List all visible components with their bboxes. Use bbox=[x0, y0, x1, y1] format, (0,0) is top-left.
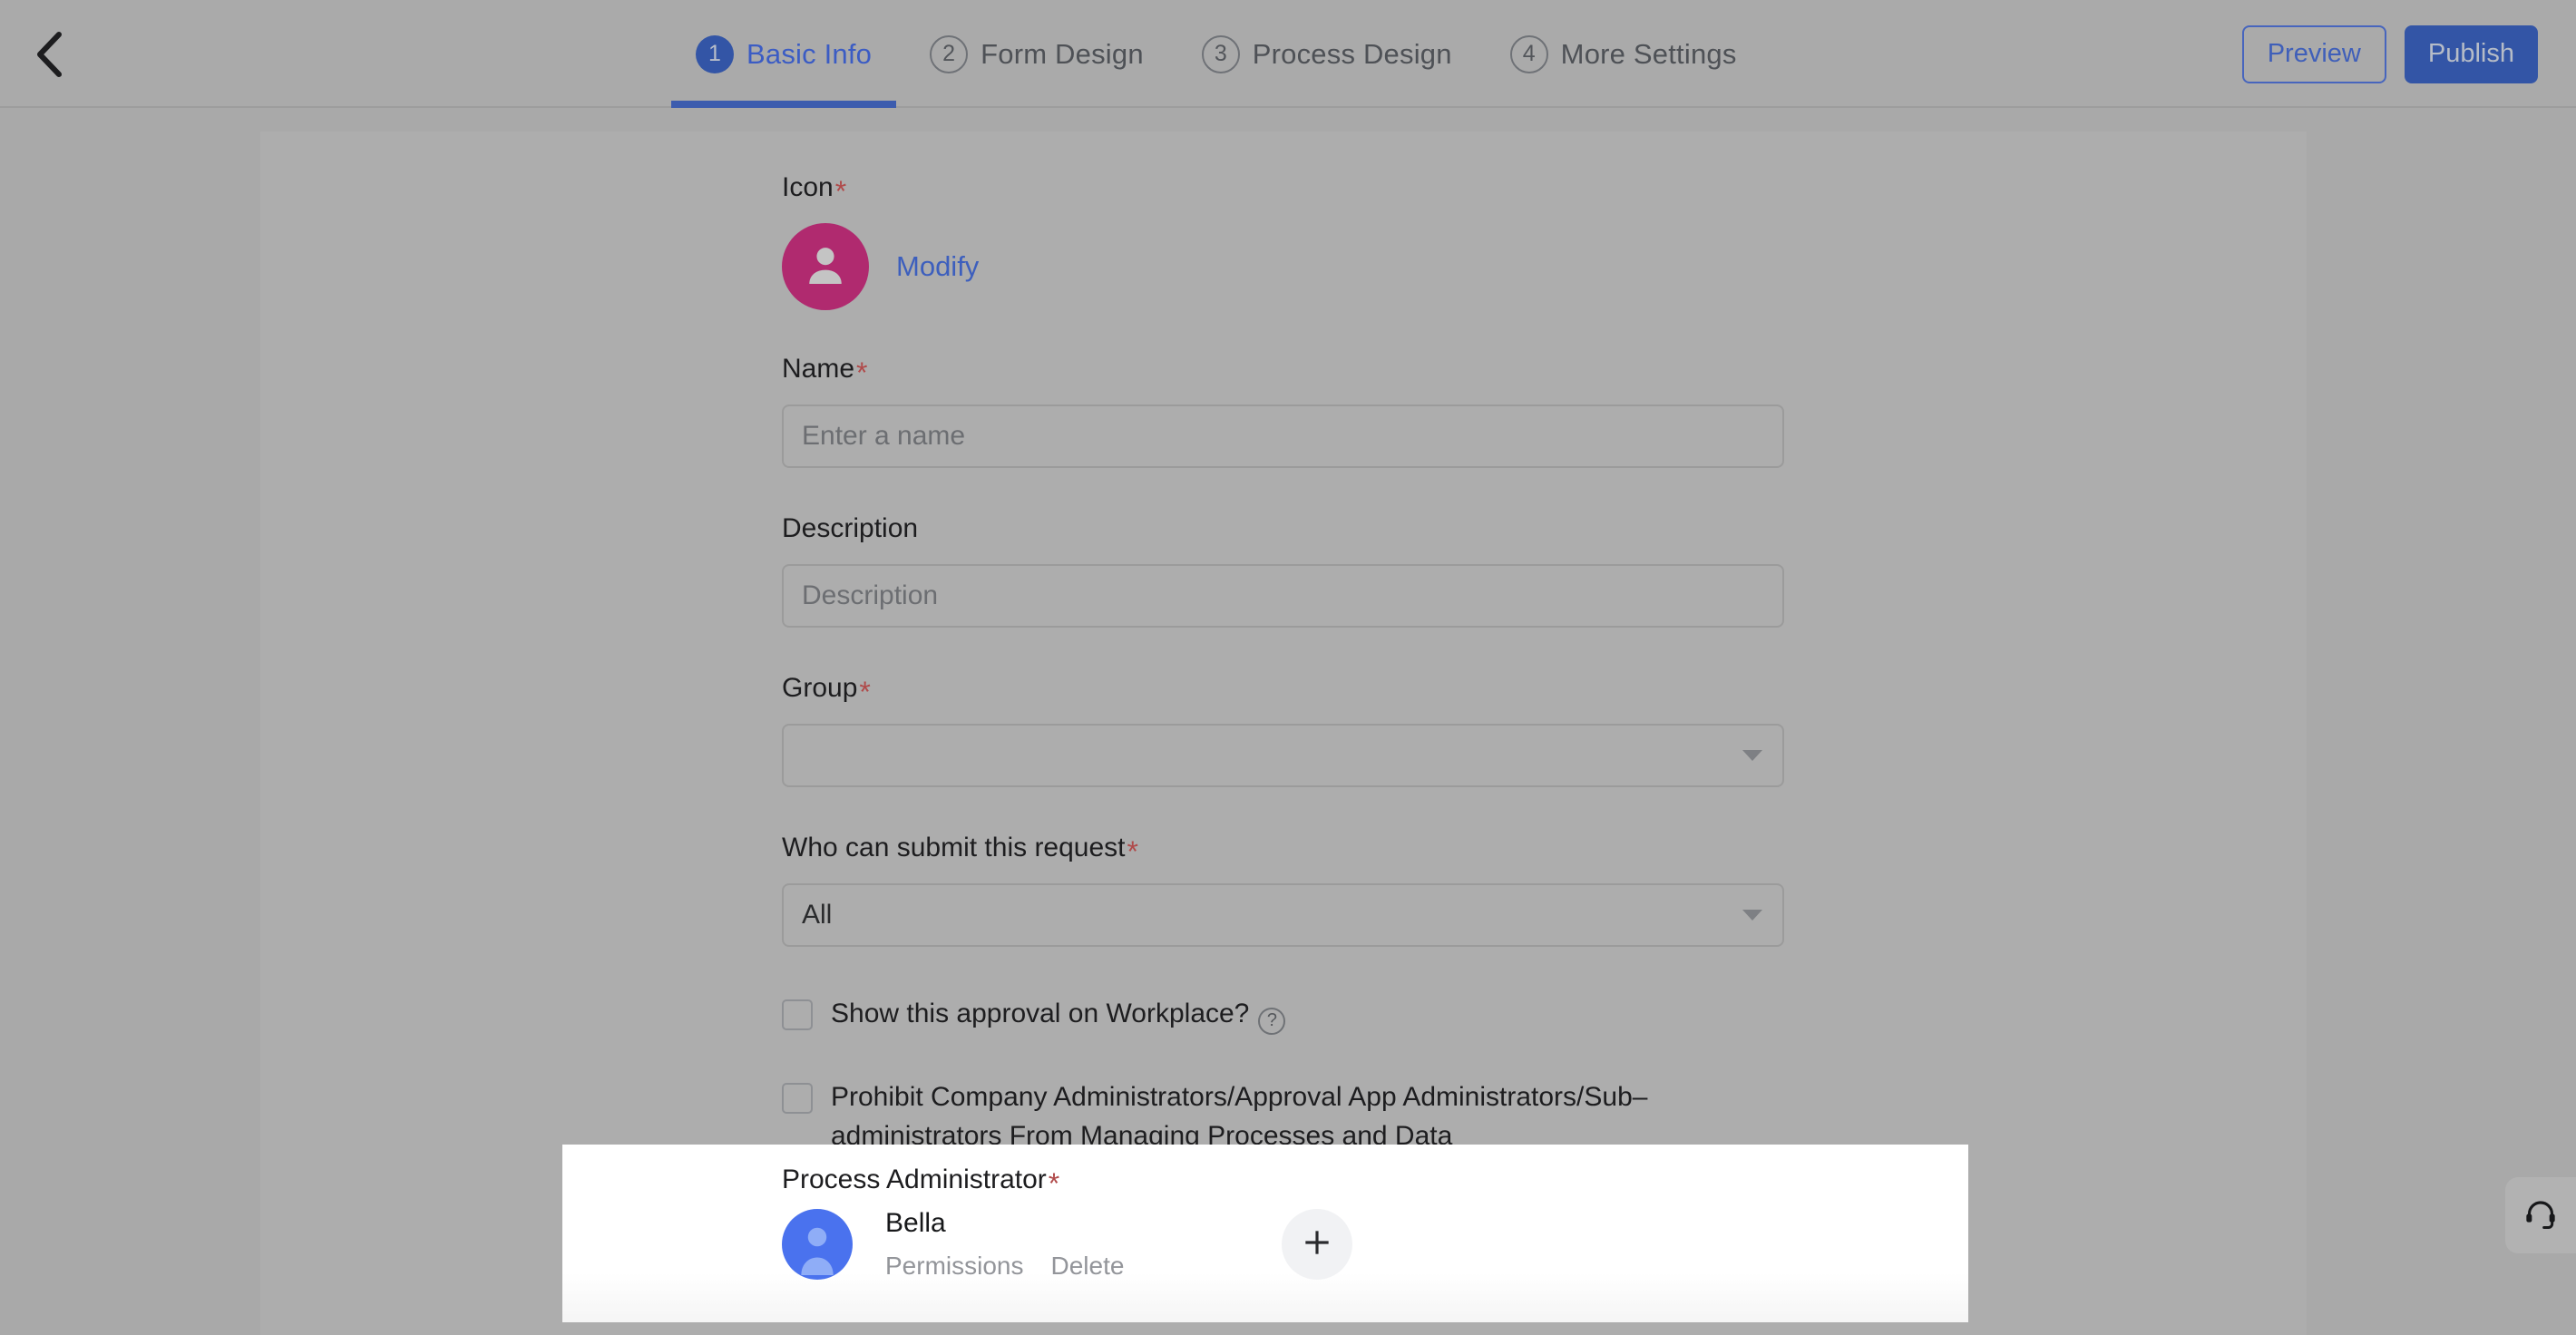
administrator-avatar[interactable] bbox=[782, 1209, 853, 1280]
label-icon-text: Icon bbox=[782, 172, 834, 203]
header-actions: Preview Publish bbox=[2242, 0, 2538, 108]
app-icon-avatar[interactable] bbox=[782, 223, 869, 310]
step-number-1: 1 bbox=[696, 35, 734, 73]
required-marker: * bbox=[1127, 837, 1138, 866]
label-name-text: Name bbox=[782, 354, 854, 385]
support-button[interactable] bbox=[2505, 1177, 2576, 1253]
label-name: Name * bbox=[782, 354, 1870, 385]
tab-form-design[interactable]: 2 Form Design bbox=[901, 0, 1173, 108]
step-label-basic-info: Basic Info bbox=[746, 38, 872, 71]
modify-icon-link[interactable]: Modify bbox=[896, 250, 979, 283]
person-avatar-icon bbox=[789, 1219, 845, 1280]
question-mark-icon[interactable]: ? bbox=[1258, 1008, 1285, 1035]
administrator-list: Bella Permissions Delete bbox=[782, 1208, 1925, 1281]
headset-support-icon bbox=[2522, 1195, 2559, 1236]
chevron-down-icon bbox=[1742, 910, 1762, 921]
label-description-text: Description bbox=[782, 513, 918, 544]
checkbox-row-workplace[interactable]: Show this approval on Workplace?? bbox=[782, 994, 1870, 1034]
spotlight-panel-process-administrator: Process Administrator * Bella Permissi bbox=[562, 1145, 1968, 1322]
label-description: Description bbox=[782, 513, 1870, 544]
checkbox-workplace-label: Show this approval on Workplace?? bbox=[831, 994, 1285, 1034]
checkbox-prohibit-admins[interactable] bbox=[782, 1083, 813, 1114]
required-marker: * bbox=[835, 177, 846, 206]
required-marker: * bbox=[859, 677, 870, 706]
field-icon: Icon * Modify bbox=[782, 172, 1870, 310]
icon-row: Modify bbox=[782, 223, 1870, 310]
submitter-select[interactable]: All bbox=[782, 883, 1784, 947]
chevron-down-icon bbox=[1742, 750, 1762, 761]
process-administrator-section: Process Administrator * Bella Permissi bbox=[782, 1164, 1925, 1281]
field-name: Name * Enter a name bbox=[782, 354, 1870, 468]
label-process-administrator: Process Administrator * bbox=[782, 1164, 1925, 1195]
delete-link[interactable]: Delete bbox=[1050, 1252, 1124, 1281]
label-submitter: Who can submit this request * bbox=[782, 833, 1870, 863]
label-group: Group * bbox=[782, 673, 1870, 704]
field-group: Group * bbox=[782, 673, 1870, 787]
group-select[interactable] bbox=[782, 724, 1784, 787]
name-input[interactable]: Enter a name bbox=[782, 404, 1784, 468]
step-label-form-design: Form Design bbox=[981, 38, 1144, 71]
basic-info-form: Icon * Modify bbox=[782, 172, 1870, 1200]
step-number-3: 3 bbox=[1202, 35, 1240, 73]
submitter-select-value: All bbox=[802, 900, 832, 931]
field-description: Description Description bbox=[782, 513, 1870, 628]
administrator-details: Bella Permissions Delete bbox=[885, 1208, 1124, 1281]
app-header: 1 Basic Info 2 Form Design 3 Process Des… bbox=[0, 0, 2576, 108]
app-root: 1 Basic Info 2 Form Design 3 Process Des… bbox=[0, 0, 2576, 1335]
label-icon: Icon * bbox=[782, 172, 1870, 203]
person-avatar-icon bbox=[800, 239, 851, 295]
publish-button[interactable]: Publish bbox=[2405, 25, 2538, 83]
required-marker: * bbox=[856, 358, 867, 387]
administrator-name: Bella bbox=[885, 1208, 1124, 1239]
step-label-more-settings: More Settings bbox=[1561, 38, 1737, 71]
label-process-administrator-text: Process Administrator bbox=[782, 1164, 1047, 1195]
permissions-link[interactable]: Permissions bbox=[885, 1252, 1023, 1281]
step-number-2: 2 bbox=[930, 35, 968, 73]
label-submitter-text: Who can submit this request bbox=[782, 833, 1126, 863]
required-marker: * bbox=[1049, 1169, 1059, 1198]
step-number-4: 4 bbox=[1510, 35, 1548, 73]
tab-more-settings[interactable]: 4 More Settings bbox=[1481, 0, 1766, 108]
back-button[interactable] bbox=[15, 20, 83, 89]
administrator-actions: Permissions Delete bbox=[885, 1252, 1124, 1281]
checkbox-show-on-workplace[interactable] bbox=[782, 999, 813, 1030]
plus-icon bbox=[1300, 1225, 1334, 1264]
tab-basic-info[interactable]: 1 Basic Info bbox=[667, 0, 901, 108]
field-submitter: Who can submit this request * All bbox=[782, 833, 1870, 947]
preview-button[interactable]: Preview bbox=[2242, 25, 2386, 83]
add-administrator-button[interactable] bbox=[1282, 1209, 1352, 1280]
label-group-text: Group bbox=[782, 673, 857, 704]
wizard-steps: 1 Basic Info 2 Form Design 3 Process Des… bbox=[667, 0, 1766, 108]
checkbox-workplace-text: Show this approval on Workplace? bbox=[831, 999, 1249, 1028]
chevron-left-icon bbox=[34, 30, 64, 79]
tab-process-design[interactable]: 3 Process Design bbox=[1173, 0, 1481, 108]
step-label-process-design: Process Design bbox=[1253, 38, 1452, 71]
description-input[interactable]: Description bbox=[782, 564, 1784, 628]
